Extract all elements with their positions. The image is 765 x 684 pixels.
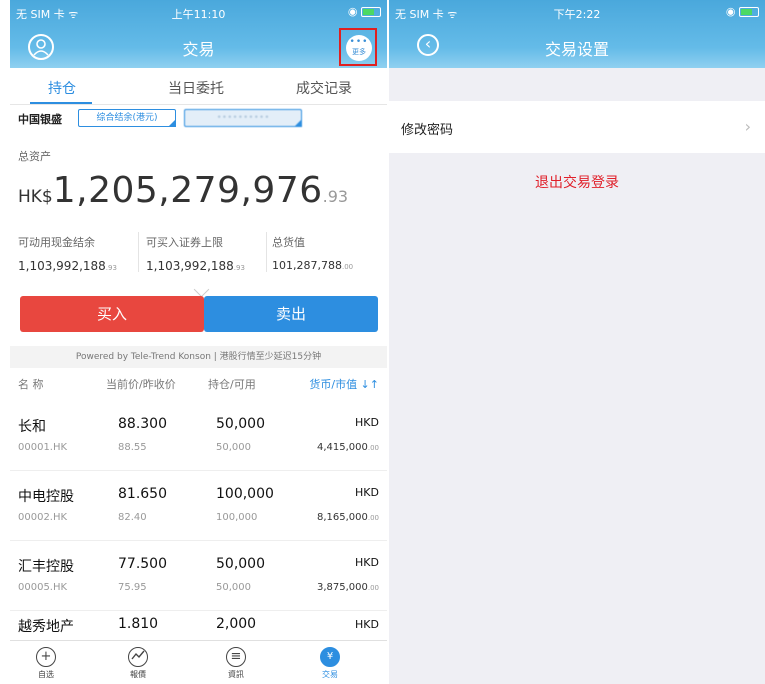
trade-screen: 无 SIM 卡 ᯤ 上午11:10 ◉ 交易 ••• 更多 持仓 当日委托 成交… <box>10 0 387 684</box>
position-qty: 50,000 <box>216 416 265 432</box>
current-price: 81.650 <box>118 486 167 502</box>
total-value-value: 101,287,788.00 <box>272 259 354 272</box>
settings-item-label: 修改密码 <box>401 123 454 138</box>
position-qty: 50,000 <box>216 556 265 572</box>
divider <box>138 232 139 272</box>
powered-by-notice: Powered by Tele-Trend Konson | 港股行情至少延迟1… <box>10 346 387 368</box>
nav-header: 无 SIM 卡 ᯤ 下午2:22 ◉ ‹ 交易设置 <box>389 0 765 68</box>
stock-code: 00005.HK <box>18 582 68 593</box>
total-value-label: 总货值 <box>272 236 305 249</box>
currency: HKD <box>355 618 379 631</box>
position-qty: 2,000 <box>216 616 257 632</box>
page-title: 交易 <box>182 40 215 59</box>
table-row[interactable]: 长和 00001.HK 88.300 88.55 50,000 50,000 H… <box>10 400 387 471</box>
market-value: 3,875,000.00 <box>316 582 379 593</box>
prev-close: 75.95 <box>118 582 147 593</box>
plus-circle-icon: + <box>36 647 56 667</box>
market-value: 4,415,000.00 <box>316 442 379 453</box>
page-title: 交易设置 <box>544 40 609 59</box>
col-name: 名 称 <box>18 378 44 391</box>
more-dots-icon: ••• <box>349 37 369 47</box>
tab-today-orders[interactable]: 当日委托 <box>168 78 224 98</box>
nav-header: 无 SIM 卡 ᯤ 上午11:10 ◉ 交易 ••• 更多 <box>10 0 387 68</box>
settings-item-change-password[interactable]: 修改密码 › <box>389 101 765 153</box>
chevron-right-icon: › <box>744 117 751 136</box>
currency: HKD <box>355 556 379 569</box>
current-price: 1.810 <box>118 616 159 632</box>
available-qty: 50,000 <box>216 442 251 453</box>
col-price: 当前价/昨收价 <box>106 378 176 391</box>
clock-text: 下午2:22 <box>553 8 601 21</box>
current-price: 88.300 <box>118 416 167 432</box>
bottom-tab-trade[interactable]: ¥ 交易 <box>310 647 350 680</box>
position-qty: 100,000 <box>216 486 274 502</box>
bottom-tab-bar: + 自选 報價 ≡ 資訊 ¥ 交易 <box>10 640 387 684</box>
cash-balance-value: 1,103,992,188.93 <box>18 259 117 273</box>
stock-name: 中电控股 <box>18 489 74 505</box>
expand-chevron-icon[interactable] <box>193 281 210 298</box>
available-qty: 100,000 <box>216 512 258 523</box>
market-value: 8,165,000.00 <box>316 512 379 523</box>
more-button[interactable]: ••• 更多 <box>346 35 372 61</box>
stock-name: 汇丰控股 <box>18 559 74 575</box>
currency: HKD <box>355 486 379 499</box>
clock-text: 上午11:10 <box>171 8 226 21</box>
total-assets-value: HK$1,205,279,976.93 <box>18 170 349 211</box>
prev-close: 88.55 <box>118 442 147 453</box>
account-number-chip[interactable]: •••••••••• <box>184 109 302 127</box>
stock-code: 00002.HK <box>18 512 68 523</box>
more-button-highlight: ••• 更多 <box>339 28 377 66</box>
bottom-tab-news[interactable]: ≡ 資訊 <box>216 647 256 680</box>
trade-settings-screen: 无 SIM 卡 ᯤ 下午2:22 ◉ ‹ 交易设置 修改密码 › 退出交易登录 <box>389 0 765 684</box>
stock-name: 越秀地产 <box>18 619 74 635</box>
tab-holdings[interactable]: 持仓 <box>48 78 76 98</box>
max-buy-value: 1,103,992,188.93 <box>146 259 245 273</box>
logout-button[interactable]: 退出交易登录 <box>389 172 765 192</box>
currency: HKD <box>355 416 379 429</box>
status-bar: 无 SIM 卡 ᯤ 下午2:22 ◉ <box>389 2 765 22</box>
chart-circle-icon <box>128 647 148 667</box>
bottom-tab-quotes[interactable]: 報價 <box>118 647 158 680</box>
cash-balance-label: 可动用现金结余 <box>18 236 95 249</box>
table-row[interactable]: 汇丰控股 00005.HK 77.500 75.95 50,000 50,000… <box>10 540 387 611</box>
total-assets-label: 总资产 <box>18 150 51 163</box>
stock-name: 长和 <box>18 419 46 435</box>
stock-code: 00001.HK <box>18 442 68 453</box>
divider <box>266 232 267 272</box>
buy-button[interactable]: 买入 <box>20 296 204 332</box>
battery-icon: ◉ <box>726 5 759 18</box>
holdings-table-header: 名 称 当前价/昨收价 持仓/可用 货币/市值 ↓↑ <box>10 370 387 396</box>
prev-close: 82.40 <box>118 512 147 523</box>
col-position: 持仓/可用 <box>208 378 256 391</box>
col-currency-sort[interactable]: 货币/市值 ↓↑ <box>309 376 379 392</box>
account-bar: 中国银盛 综合结余(港元) •••••••••• <box>10 104 387 132</box>
broker-name: 中国银盛 <box>18 113 62 126</box>
battery-icon: ◉ <box>348 5 381 18</box>
news-circle-icon: ≡ <box>226 647 246 667</box>
more-label: 更多 <box>352 48 366 56</box>
balance-type-chip[interactable]: 综合结余(港元) <box>78 109 176 127</box>
table-row[interactable]: 中电控股 00002.HK 81.650 82.40 100,000 100,0… <box>10 470 387 541</box>
current-price: 77.500 <box>118 556 167 572</box>
tab-bar: 持仓 当日委托 成交记录 <box>10 70 387 105</box>
trade-circle-icon: ¥ <box>320 647 340 667</box>
bottom-tab-watchlist[interactable]: + 自选 <box>26 647 66 680</box>
status-bar: 无 SIM 卡 ᯤ 上午11:10 ◉ <box>10 2 387 22</box>
max-buy-label: 可买入证券上限 <box>146 236 223 249</box>
sell-button[interactable]: 卖出 <box>204 296 378 332</box>
tab-trade-records[interactable]: 成交记录 <box>296 78 352 98</box>
available-qty: 50,000 <box>216 582 251 593</box>
